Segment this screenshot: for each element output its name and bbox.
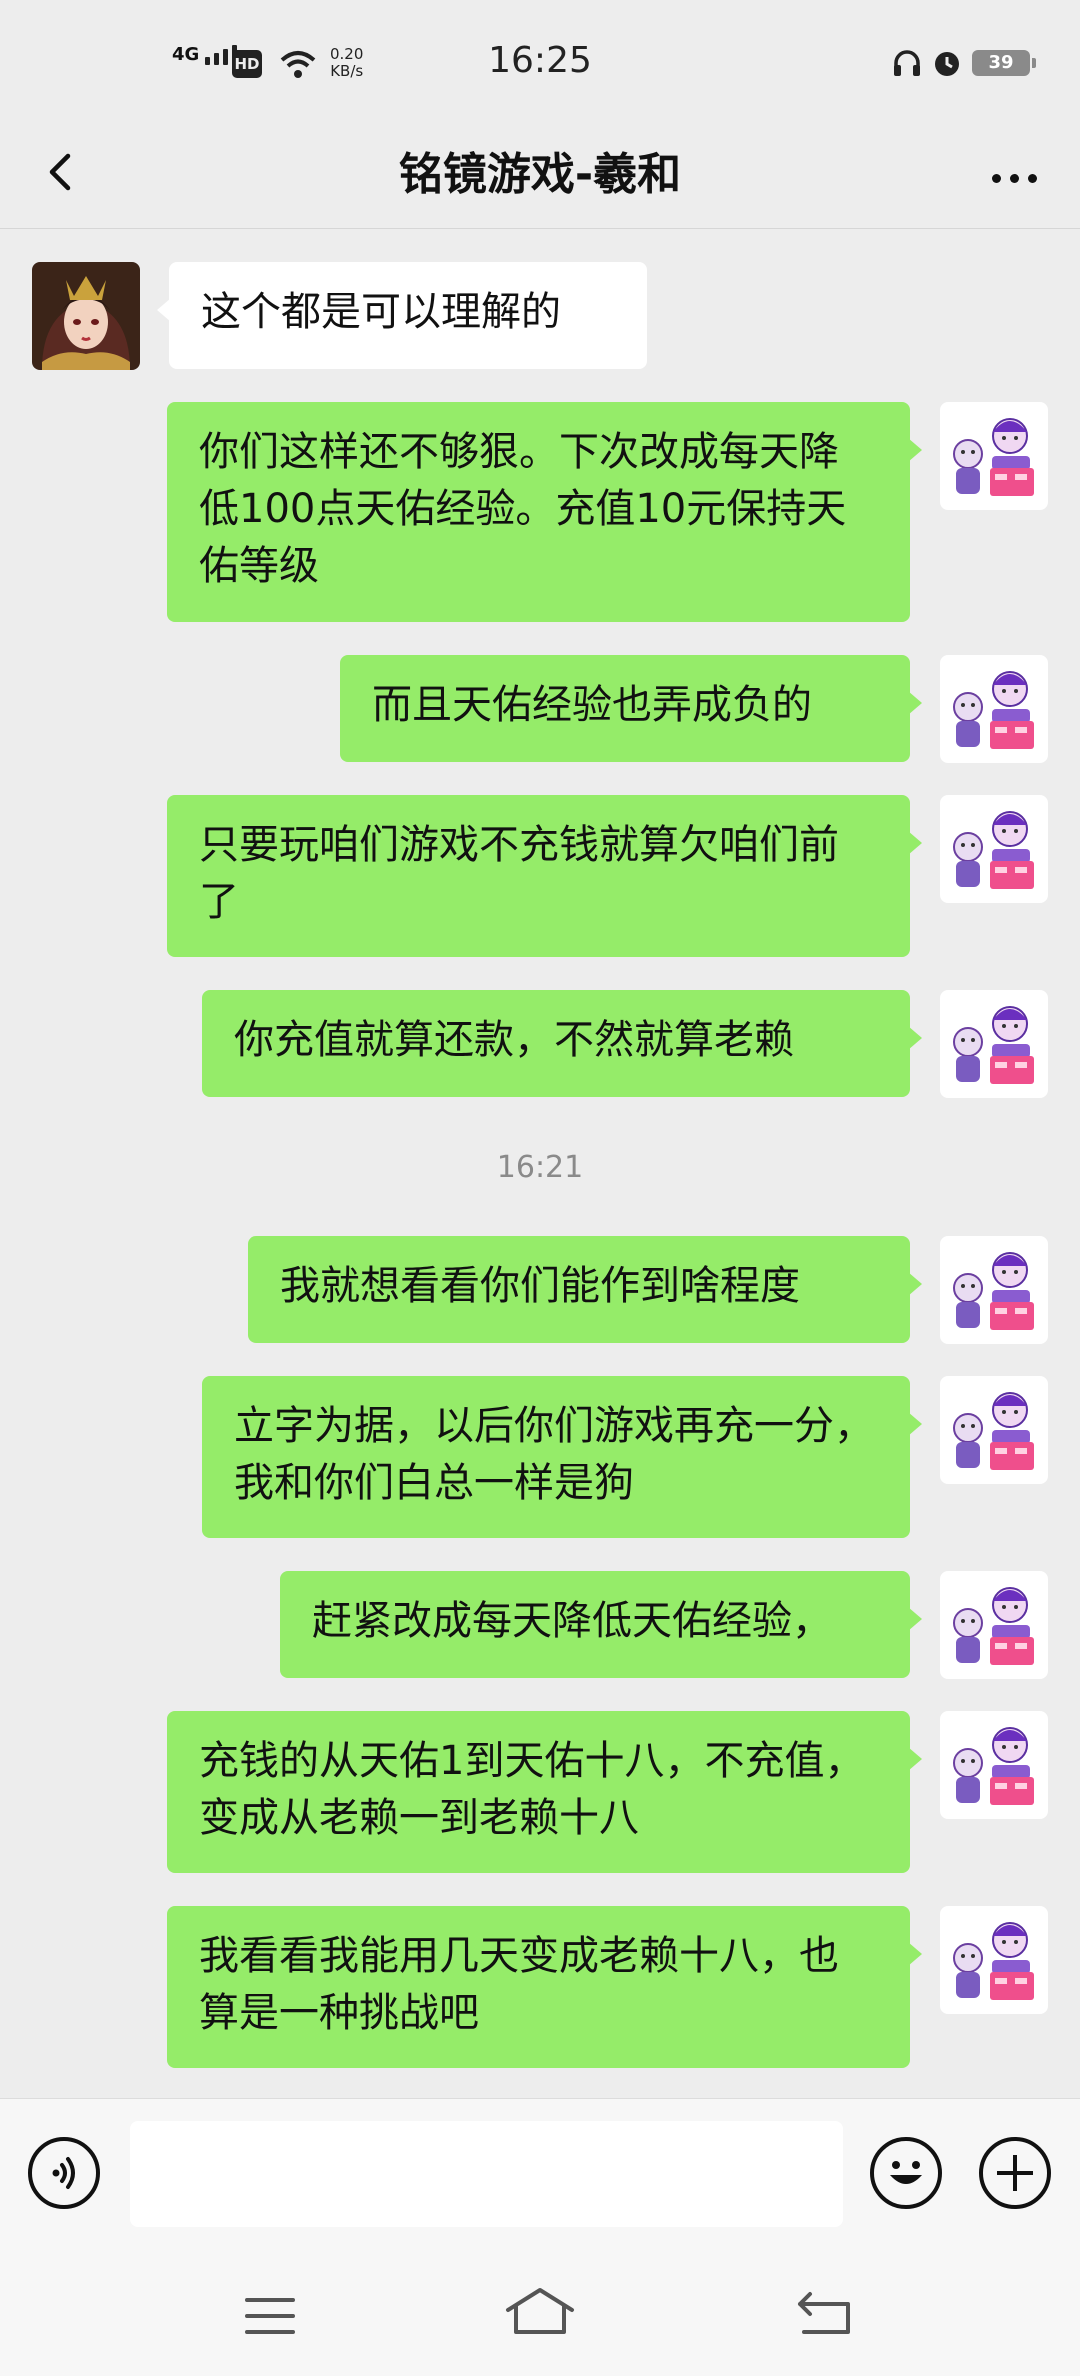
system-navigation-bar: [0, 2246, 1080, 2376]
message-bubble-incoming[interactable]: 这个都是可以理解的: [157, 262, 647, 369]
chevron-left-icon[interactable]: [32, 142, 92, 202]
return-icon[interactable]: [796, 2290, 852, 2336]
message-bubble-outgoing[interactable]: 你充值就算还款，不然就算老赖: [202, 990, 922, 1097]
my-avatar[interactable]: [940, 402, 1048, 510]
header-divider: [0, 228, 1080, 229]
voice-icon[interactable]: [28, 2137, 100, 2209]
message-bubble-outgoing[interactable]: 我就想看看你们能作到啥程度: [248, 1236, 922, 1343]
input-bar: [0, 2098, 1080, 2247]
plus-icon[interactable]: [979, 2137, 1051, 2209]
message-timestamp: 16:21: [496, 1150, 584, 1185]
headphones-icon: [894, 50, 920, 76]
battery-indicator: 39: [972, 50, 1036, 76]
my-avatar[interactable]: [940, 795, 1048, 903]
my-avatar[interactable]: [940, 1571, 1048, 1679]
message-bubble-outgoing[interactable]: 而且天佑经验也弄成负的: [340, 655, 922, 762]
message-bubble-outgoing[interactable]: 充钱的从天佑1到天佑十八，不充值，变成从老赖一到老赖十八: [167, 1711, 922, 1873]
chat-title: 铭镜游戏-羲和: [398, 149, 682, 200]
my-avatar[interactable]: [940, 1711, 1048, 1819]
menu-icon[interactable]: [245, 2296, 295, 2336]
contact-avatar[interactable]: [32, 262, 140, 370]
message-bubble-outgoing[interactable]: 你们这样还不够狠。下次改成每天降低100点天佑经验。充值10元保持天佑等级: [167, 402, 922, 622]
my-avatar[interactable]: [940, 1906, 1048, 2014]
home-icon[interactable]: [504, 2286, 576, 2336]
status-bar: 4G HD 0.20 KB/s 16:25 39: [0, 0, 1080, 120]
message-input[interactable]: [130, 2121, 843, 2227]
my-avatar[interactable]: [940, 655, 1048, 763]
message-bubble-outgoing[interactable]: 我看看我能用几天变成老赖十八，也算是一种挑战吧: [167, 1906, 922, 2068]
message-bubble-outgoing[interactable]: 赶紧改成每天降低天佑经验，: [280, 1571, 922, 1678]
my-avatar[interactable]: [940, 1236, 1048, 1344]
my-avatar[interactable]: [940, 990, 1048, 1098]
alarm-icon: [935, 52, 959, 76]
my-avatar[interactable]: [940, 1376, 1048, 1484]
emoji-icon[interactable]: [870, 2137, 942, 2209]
message-bubble-outgoing[interactable]: 立字为据，以后你们游戏再充一分，我和你们白总一样是狗: [202, 1376, 922, 1538]
more-dots-icon[interactable]: [984, 148, 1044, 208]
message-bubble-outgoing[interactable]: 只要玩咱们游戏不充钱就算欠咱们前了: [167, 795, 922, 957]
chat-header: 铭镜游戏-羲和: [0, 120, 1080, 230]
